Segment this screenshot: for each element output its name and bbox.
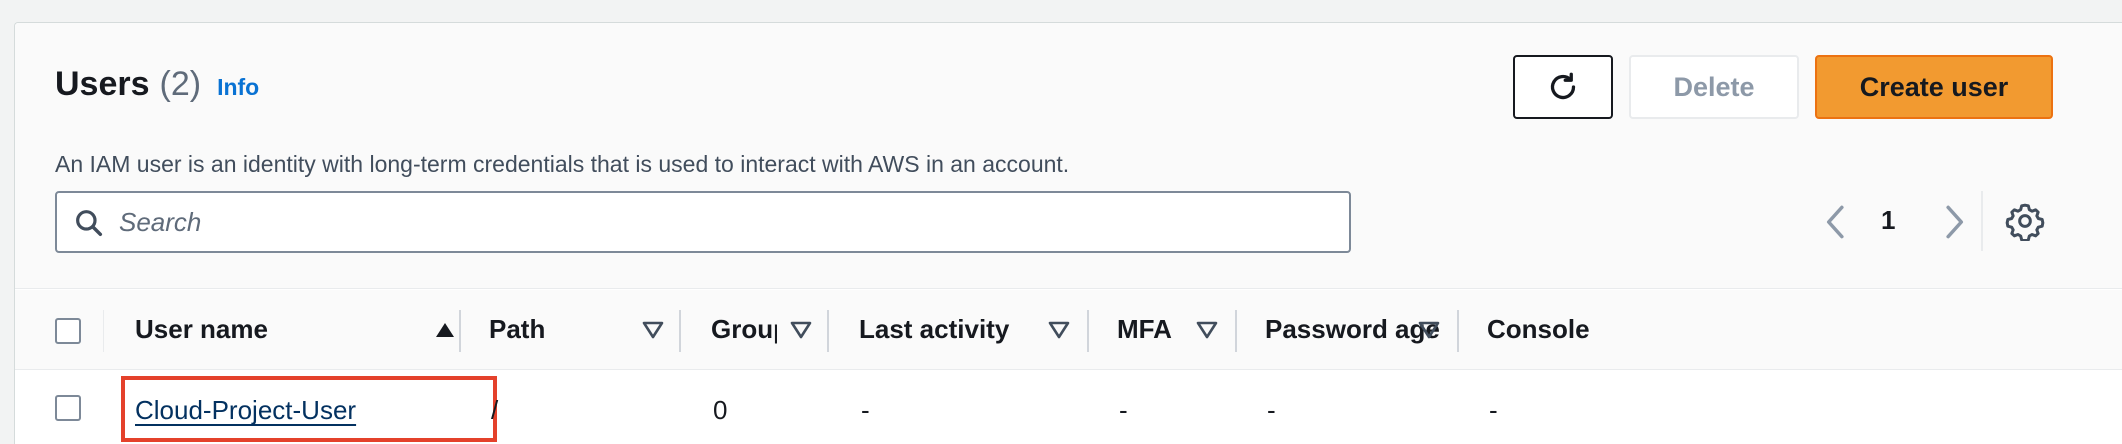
search-box	[55, 191, 1351, 253]
column-header-mfa[interactable]: MFA	[1117, 314, 1172, 345]
column-header-path[interactable]: Path	[489, 314, 545, 345]
chevron-right-icon	[1946, 205, 1964, 239]
table-header: User name Path Groups Last activity MFA …	[15, 290, 2122, 370]
column-resizer[interactable]	[1235, 310, 1237, 352]
pagination-divider	[1981, 191, 1983, 251]
cell-last-activity: -	[861, 395, 870, 425]
cell-path: /	[491, 395, 499, 425]
cell-console: -	[1489, 395, 1498, 425]
refresh-button[interactable]	[1513, 55, 1613, 119]
column-separator	[103, 310, 104, 352]
user-name-link[interactable]: Cloud-Project-User	[135, 395, 356, 426]
cell-mfa: -	[1119, 395, 1128, 425]
info-link[interactable]: Info	[217, 74, 259, 101]
column-resizer[interactable]	[679, 310, 681, 352]
delete-button[interactable]: Delete	[1629, 55, 1799, 119]
column-header-console[interactable]: Console	[1487, 314, 1590, 345]
cell-password-age: -	[1267, 395, 1276, 425]
row-checkbox[interactable]	[55, 395, 81, 421]
title-text: Users	[55, 65, 150, 103]
sort-ascending-icon[interactable]	[433, 320, 457, 340]
table-settings-button[interactable]	[2005, 201, 2045, 241]
column-resizer[interactable]	[459, 310, 461, 352]
cell-groups: 0	[713, 395, 728, 425]
table-row: Cloud-Project-User / 0 - - - -	[15, 371, 2122, 444]
users-panel: Users (2) Info An IAM user is an identit…	[14, 22, 2122, 444]
column-header-password-age[interactable]: Password age	[1265, 314, 1440, 345]
select-all-checkbox[interactable]	[55, 318, 81, 344]
page-description: An IAM user is an identity with long-ter…	[55, 151, 1070, 177]
column-header-groups[interactable]: Groups	[711, 314, 777, 345]
previous-page-button[interactable]	[1821, 203, 1851, 241]
sort-icon[interactable]	[1195, 320, 1219, 340]
column-resizer[interactable]	[1457, 310, 1459, 352]
chevron-left-icon	[1826, 205, 1844, 239]
page-number-button[interactable]: 1	[1881, 205, 1895, 236]
search-icon	[76, 210, 103, 237]
search-input[interactable]	[119, 201, 1319, 243]
sort-icon[interactable]	[1417, 320, 1441, 340]
next-page-button[interactable]	[1939, 203, 1969, 241]
sort-icon[interactable]	[641, 320, 665, 340]
column-resizer[interactable]	[827, 310, 829, 352]
sort-icon[interactable]	[789, 320, 813, 340]
page-title: Users (2) Info	[55, 65, 259, 104]
sort-icon[interactable]	[1047, 320, 1071, 340]
gear-icon	[2005, 203, 2045, 241]
refresh-icon	[1550, 72, 1576, 100]
user-count: (2)	[159, 65, 202, 103]
column-header-user-name[interactable]: User name	[135, 314, 268, 345]
column-resizer[interactable]	[1087, 310, 1089, 352]
create-user-button[interactable]: Create user	[1815, 55, 2053, 119]
panel-header: Users (2) Info An IAM user is an identit…	[15, 23, 2122, 289]
column-header-last-activity[interactable]: Last activity	[859, 314, 1009, 345]
